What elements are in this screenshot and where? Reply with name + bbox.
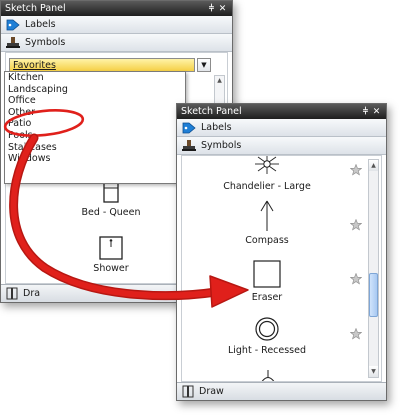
panel-title: Sketch Panel [181,106,242,117]
scrollbar-thumb[interactable] [369,273,378,317]
option-other[interactable]: Other [5,107,185,119]
tag-icon [6,18,20,32]
symbol-compass[interactable]: Compass [212,200,322,246]
pin-icon[interactable]: ⫩ [206,4,217,14]
category-dropdown-list: Kitchen Landscaping Office Other Patio P… [4,71,186,184]
eraser-icon [253,260,281,288]
star-icon[interactable] [350,164,362,176]
option-windows[interactable]: Windows [5,153,185,165]
symbol-list: Chandelier - Large Compass Eraser Light … [181,155,382,382]
title-bar: Sketch Panel ⫩ ✕ [1,1,232,16]
draw-tab[interactable]: Draw [177,382,386,400]
option-staircases[interactable]: Staircases [5,142,185,154]
symbol-label: Light - Recessed [227,345,307,356]
option-office[interactable]: Office [5,95,185,107]
symbol-label: Bed - Queen [81,207,141,218]
book-icon [6,287,18,301]
dropdown-arrow-icon[interactable]: ▼ [197,58,211,72]
draw-label: Dra [23,288,41,299]
category-dropdown[interactable]: Favorites [9,58,195,72]
scroll-up-icon[interactable]: ▲ [369,160,378,171]
symbols-section[interactable]: Symbols [177,137,386,155]
sketch-panel-front: Sketch Panel ⫩ ✕ Labels Symbols Chandeli… [176,103,387,401]
light-recessed-icon [255,317,279,341]
star-icon[interactable] [350,273,362,285]
panel-title: Sketch Panel [5,3,66,14]
symbol-light-recessed[interactable]: Light - Recessed [212,316,322,356]
symbol-label: Chandelier - Large [223,181,311,192]
option-kitchen[interactable]: Kitchen [5,72,185,84]
star-icon[interactable] [350,219,362,231]
close-icon[interactable]: ✕ [371,107,382,117]
labels-section[interactable]: Labels [177,119,386,137]
symbol-eraser[interactable]: Eraser [212,259,322,303]
option-landscaping[interactable]: Landscaping [5,84,185,96]
dropdown-selected: Favorites [13,60,56,71]
symbols-label: Symbols [25,37,66,48]
title-bar: Sketch Panel ⫩ ✕ [177,104,386,119]
close-icon[interactable]: ✕ [217,4,228,14]
scrollbar[interactable]: ▲ ▼ [368,159,379,378]
pin-icon[interactable]: ⫩ [360,107,371,117]
scroll-down-icon[interactable]: ▼ [369,366,378,377]
labels-label: Labels [201,122,232,133]
compass-icon [260,200,274,231]
labels-section[interactable]: Labels [1,16,232,34]
option-patio[interactable]: Patio [5,118,185,130]
draw-label: Draw [199,386,224,397]
option-pools[interactable]: Pools [5,130,185,142]
chandelier-icon [255,156,279,174]
shower-icon [99,236,123,260]
stamp-icon [6,36,20,50]
symbol-label: Eraser [251,292,283,303]
symbols-label: Symbols [201,140,242,151]
scroll-up-icon[interactable]: ▲ [215,76,224,86]
symbol-label: Compass [245,235,289,246]
partial-symbol-icon [261,370,275,381]
symbol-chandelier-large[interactable]: Chandelier - Large [212,156,322,192]
symbols-section[interactable]: Symbols [1,34,232,52]
star-icon[interactable] [350,328,362,340]
stamp-icon [182,139,196,153]
tag-icon [182,121,196,135]
symbol-shower[interactable]: Shower [61,236,161,274]
labels-label: Labels [25,19,56,30]
symbol-label: Shower [93,263,129,274]
book-icon [182,385,194,399]
symbol-bed-queen[interactable]: Bed - Queen [61,177,161,218]
